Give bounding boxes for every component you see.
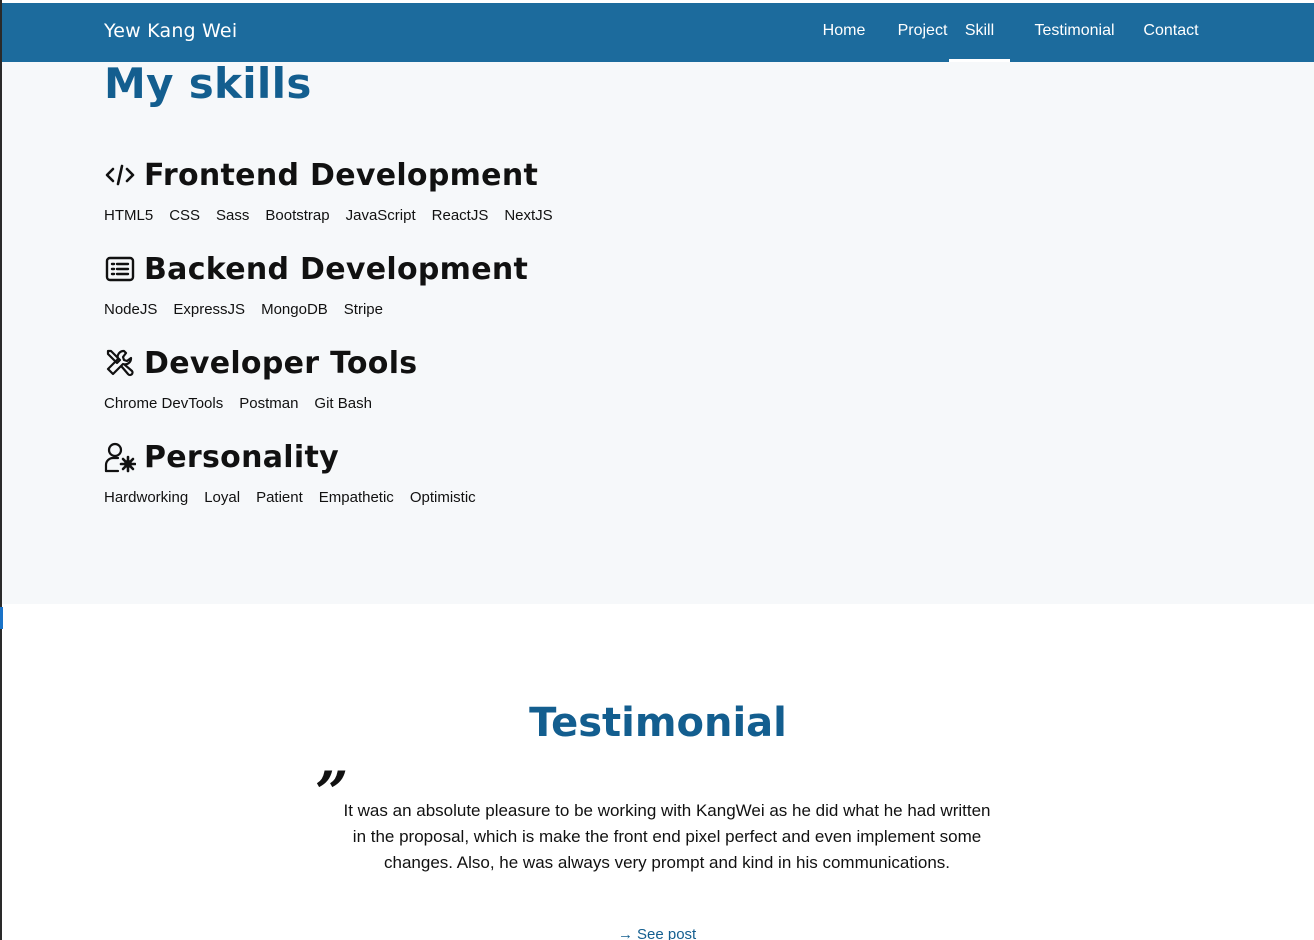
testimonial-section: Testimonial ” It was an absolute pleasur… [2,604,1314,940]
nav-home[interactable]: Home [807,3,881,62]
see-post-label: See post [637,926,697,940]
skill-tag: HTML5 [104,207,154,224]
skill-tags: HTML5 CSS Sass Bootstrap JavaScript Reac… [104,207,569,224]
nav-skill[interactable]: Skill [949,3,1010,62]
testimonial-title: Testimonial [529,700,787,746]
skill-tag: Git Bash [314,395,372,412]
skill-tags: NodeJS ExpressJS MongoDB Stripe [104,301,528,318]
skill-tag: Chrome DevTools [104,395,224,412]
window-edge-accent [0,607,3,629]
skill-group-title: Frontend Development [144,157,539,193]
skill-group-title: Personality [144,439,339,475]
skill-tag: Bootstrap [265,207,330,224]
skill-group-frontend: Frontend Development HTML5 CSS Sass Boot… [104,155,569,225]
skill-tag: NodeJS [104,301,158,318]
skill-tag: Hardworking [104,489,189,506]
see-post-link[interactable]: → See post [618,926,696,940]
skills-title: My skills [104,59,312,108]
skill-tag: ReactJS [431,207,489,224]
window-left-edge [0,0,2,940]
skill-tag: Empathetic [318,489,394,506]
skill-tags: Hardworking Loyal Patient Empathetic Opt… [104,489,492,506]
tools-icon [104,347,136,379]
skill-group-title: Developer Tools [144,345,418,381]
arrow-right-icon: → [618,926,633,940]
skill-group-backend: Backend Development NodeJS ExpressJS Mon… [104,249,529,319]
skill-group-title: Backend Development [144,251,529,287]
skill-tag: NextJS [504,207,553,224]
skill-tag: JavaScript [345,207,416,224]
server-list-icon [104,253,136,285]
skill-tag: Loyal [204,489,241,506]
skill-tag: Patient [256,489,303,506]
skill-tag: Sass [216,207,250,224]
skill-group-tools: Developer Tools Chrome DevTools Postman … [104,343,418,413]
skill-tag: Optimistic [409,489,476,506]
nav-contact[interactable]: Contact [1139,3,1203,62]
brand-name[interactable]: Yew Kang Wei [104,20,237,42]
user-gear-icon [104,441,136,473]
code-icon [104,159,136,191]
skill-tag: CSS [169,207,201,224]
skill-tags: Chrome DevTools Postman Git Bash [104,395,417,412]
skill-tag: Stripe [343,301,383,318]
navbar: Yew Kang Wei Home Project Skill Testimon… [2,3,1314,62]
skill-tag: Postman [239,395,299,412]
testimonial-quote: It was an absolute pleasure to be workin… [343,801,991,872]
skill-tag: MongoDB [261,301,328,318]
skills-section: My skills Frontend Development HTML5 CSS… [2,59,1314,604]
skill-group-personality: Personality Hardworking Loyal Patient Em… [104,437,492,507]
skill-tag: ExpressJS [173,301,246,318]
nav-testimonial[interactable]: Testimonial [1024,3,1125,62]
